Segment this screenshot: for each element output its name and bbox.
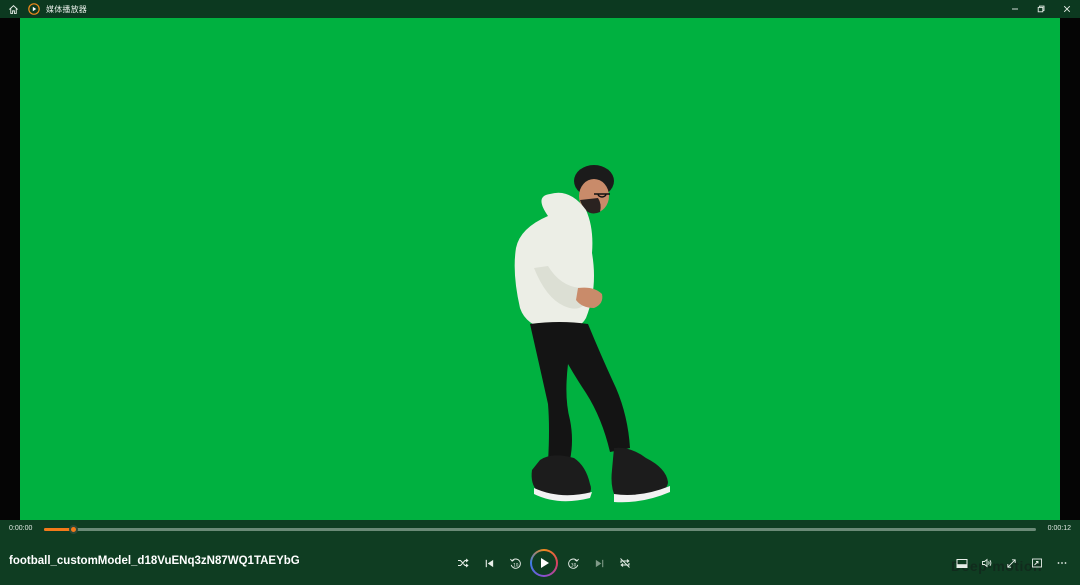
minimize-icon	[1012, 8, 1018, 10]
restore-button[interactable]	[1028, 0, 1054, 18]
seek-bar-thumb[interactable]	[69, 525, 79, 534]
forward-button[interactable]: 30	[560, 550, 586, 576]
play-button[interactable]	[530, 549, 558, 577]
play-icon	[540, 558, 549, 568]
repeat-button[interactable]	[612, 550, 638, 576]
previous-button[interactable]	[476, 550, 502, 576]
media-player-icon	[28, 3, 40, 15]
seek-bar[interactable]	[44, 525, 1036, 534]
miniplayer-button[interactable]	[949, 550, 974, 576]
more-icon	[1057, 562, 1066, 564]
volume-icon	[981, 558, 991, 568]
cast-button[interactable]	[1024, 550, 1049, 576]
window-controls	[1002, 0, 1080, 18]
window-title: 媒体播放器	[46, 4, 87, 14]
svg-text:30: 30	[570, 562, 576, 568]
secondary-controls	[949, 548, 1074, 578]
play-button-inner	[532, 551, 556, 575]
previous-icon	[485, 559, 493, 567]
rewind-10-icon: 10	[509, 558, 521, 569]
transport-controls: 10 30	[450, 548, 638, 578]
cast-icon	[1031, 558, 1042, 568]
shuffle-icon	[458, 558, 469, 568]
playback-controls: 0:00:00 0:00:12 football_customModel_d18…	[0, 520, 1080, 585]
rewind-button[interactable]: 10	[502, 550, 528, 576]
repeat-icon	[620, 558, 630, 568]
home-button[interactable]	[0, 0, 26, 18]
restore-icon	[1037, 5, 1045, 13]
video-stage[interactable]	[0, 18, 1080, 520]
more-button[interactable]	[1049, 550, 1074, 576]
forward-30-icon: 30	[567, 558, 579, 569]
volume-button[interactable]	[974, 550, 999, 576]
fullscreen-button[interactable]	[999, 550, 1024, 576]
video-frame[interactable]	[20, 18, 1060, 520]
shuffle-button[interactable]	[450, 550, 476, 576]
media-player-window: 媒体播放器 0:00:00 0:00:12 football_customMod…	[0, 0, 1080, 585]
minimize-button[interactable]	[1002, 0, 1028, 18]
home-icon	[8, 4, 18, 14]
media-title: football_customModel_d18VuENq3zN87WQ1TAE…	[9, 555, 300, 567]
character-figure	[514, 165, 670, 503]
next-button[interactable]	[586, 550, 612, 576]
fullscreen-icon	[1007, 558, 1016, 568]
svg-text:10: 10	[513, 562, 519, 568]
close-icon	[1063, 5, 1071, 13]
title-bar: 媒体播放器	[0, 0, 1080, 18]
close-button[interactable]	[1054, 0, 1080, 18]
current-time: 0:00:00	[9, 525, 33, 532]
next-icon	[595, 559, 603, 567]
miniplayer-icon	[956, 558, 967, 568]
total-time: 0:00:12	[1047, 525, 1071, 532]
